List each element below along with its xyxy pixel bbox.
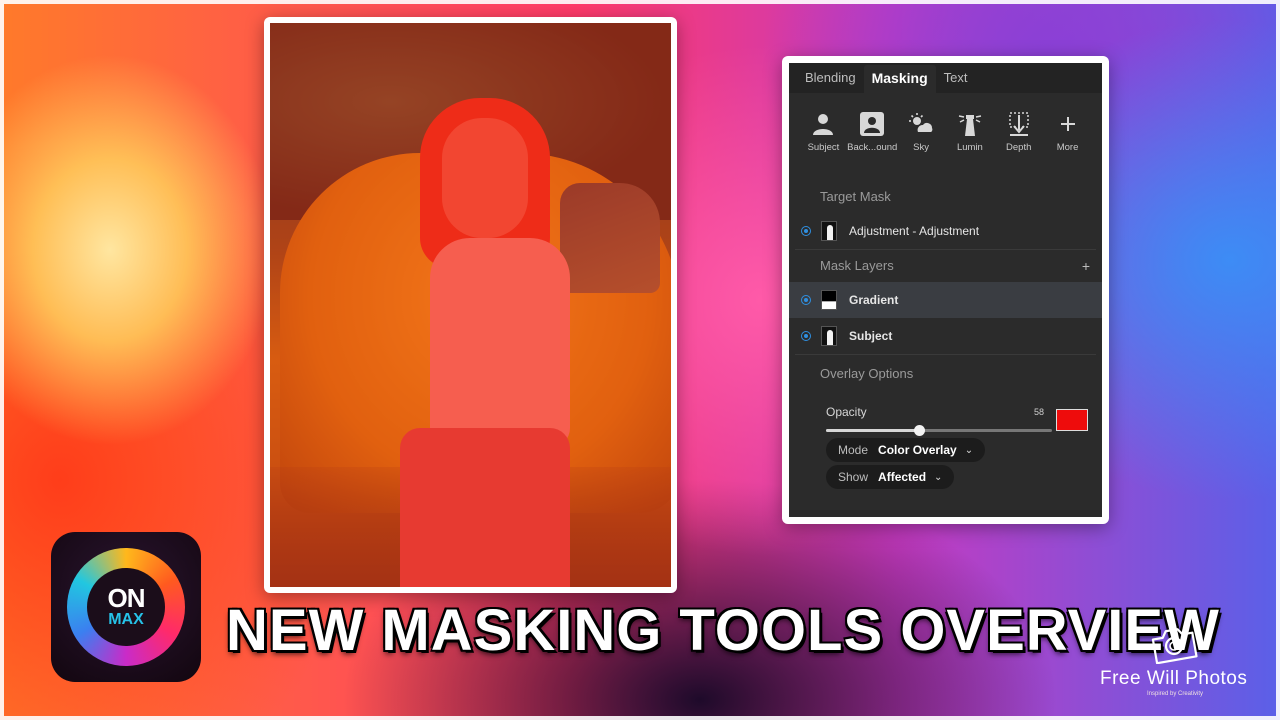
luminosity-icon bbox=[957, 111, 983, 137]
overlay-color-swatch[interactable] bbox=[1056, 409, 1088, 431]
logo-inner: ON MAX bbox=[87, 568, 165, 646]
mask-layer-subject[interactable]: Subject bbox=[789, 318, 1102, 354]
show-label: Show bbox=[838, 470, 869, 484]
depth-icon bbox=[1006, 111, 1032, 137]
radio-selected-icon[interactable] bbox=[801, 331, 811, 341]
headline: NEW MASKING TOOLS OVERVIEW bbox=[226, 598, 1220, 663]
logo-text-max: MAX bbox=[108, 611, 144, 629]
opacity-label: Opacity bbox=[826, 405, 867, 419]
tab-masking[interactable]: Masking bbox=[863, 65, 936, 93]
show-value: Affected bbox=[878, 470, 927, 484]
target-mask-heading: Target Mask bbox=[820, 189, 891, 204]
chevron-down-icon: ⌄ bbox=[934, 471, 943, 483]
tool-more[interactable]: More bbox=[1045, 111, 1091, 181]
mask-layer-label: Subject bbox=[849, 329, 893, 343]
overlay-options-heading: Overlay Options bbox=[820, 366, 914, 381]
add-mask-layer-button[interactable]: + bbox=[1082, 250, 1090, 282]
opacity-value: 58 bbox=[1033, 407, 1044, 417]
mask-layers-heading: Mask Layers + bbox=[789, 250, 1102, 282]
photo-preview-card bbox=[264, 17, 677, 593]
camera-icon bbox=[1150, 624, 1198, 665]
show-dropdown[interactable]: Show Affected ⌄ bbox=[826, 465, 955, 489]
opacity-slider[interactable] bbox=[826, 425, 1052, 436]
watermark-tagline: Inspired by Creativity bbox=[1147, 691, 1204, 697]
gradient-thumbnail bbox=[821, 290, 837, 310]
tool-luminosity[interactable]: Lumin bbox=[947, 111, 993, 181]
mask-layer-label: Gradient bbox=[849, 293, 899, 307]
target-mask-item[interactable]: Adjustment - Adjustment bbox=[789, 213, 1102, 249]
tool-subject[interactable]: Subject bbox=[800, 111, 846, 181]
chevron-down-icon: ⌄ bbox=[964, 444, 974, 456]
tab-blending[interactable]: Blending bbox=[797, 65, 864, 93]
tool-background[interactable]: Back...ound bbox=[847, 111, 897, 181]
opacity-slider-knob[interactable] bbox=[913, 425, 925, 436]
subject-thumbnail bbox=[821, 326, 837, 346]
opacity-control: Opacity 58 Mode Color Overlay ⌄ Show Aff… bbox=[789, 393, 1102, 489]
tool-depth[interactable]: Depth bbox=[996, 111, 1042, 181]
target-mask-label: Adjustment - Adjustment bbox=[849, 224, 980, 238]
opacity-slider-fill bbox=[826, 429, 919, 432]
panel-tabs: Blending Masking Text bbox=[789, 63, 1102, 93]
masked-photo bbox=[270, 23, 671, 587]
sky-icon bbox=[908, 111, 934, 137]
red-mask-overlay bbox=[270, 23, 671, 587]
logo-ring: ON MAX bbox=[67, 548, 185, 666]
masking-panel: Blending Masking Text Subject Back...oun… bbox=[789, 63, 1102, 517]
tool-sky[interactable]: Sky bbox=[898, 111, 944, 181]
mode-dropdown[interactable]: Mode Color Overlay ⌄ bbox=[826, 438, 986, 462]
plus-icon bbox=[1055, 111, 1081, 137]
watermark-name: Free Will Photos bbox=[1100, 668, 1248, 689]
mask-layers-title: Mask Layers bbox=[820, 258, 894, 273]
mask-layer-gradient[interactable]: Gradient bbox=[789, 282, 1102, 318]
subject-icon bbox=[810, 111, 836, 137]
tab-text[interactable]: Text bbox=[936, 65, 976, 93]
on1-max-logo: ON MAX bbox=[51, 532, 201, 682]
mask-tools: Subject Back...ound Sky Lumin Depth More bbox=[789, 93, 1102, 181]
logo-text-on: ON bbox=[107, 583, 146, 614]
mode-label: Mode bbox=[838, 443, 869, 457]
mode-value: Color Overlay bbox=[878, 443, 957, 457]
radio-selected-icon[interactable] bbox=[801, 295, 811, 305]
masking-panel-card: Blending Masking Text Subject Back...oun… bbox=[782, 56, 1109, 524]
mask-thumbnail bbox=[821, 221, 837, 241]
radio-selected-icon[interactable] bbox=[801, 226, 811, 236]
background-icon bbox=[859, 111, 885, 137]
